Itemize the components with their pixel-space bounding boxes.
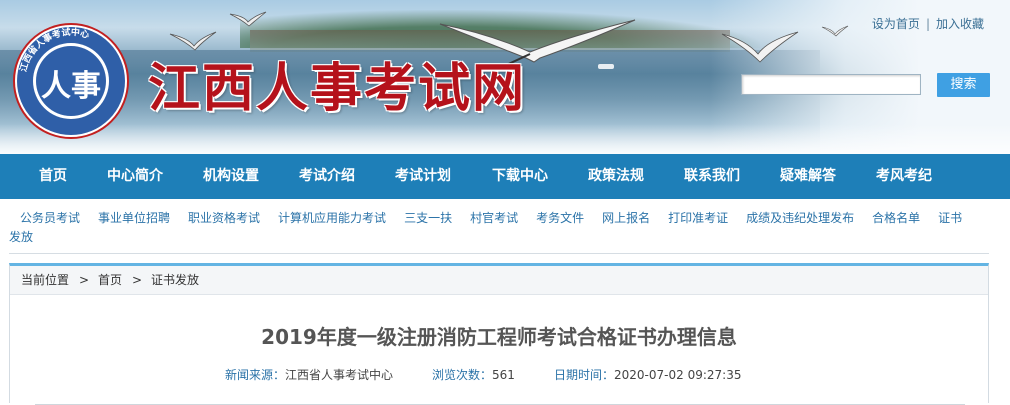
- nav-item-discipline[interactable]: 考风考纪: [876, 154, 932, 199]
- subnav-item-sanzhiyifu[interactable]: 三支一扶: [404, 211, 452, 225]
- subnav-divider: [9, 253, 989, 254]
- breadcrumb-current[interactable]: 证书发放: [151, 266, 199, 294]
- article-source: 新闻来源：江西省人事考试中心: [225, 366, 393, 383]
- subnav-item-online-registration[interactable]: 网上报名: [602, 211, 650, 225]
- nav-item-contact[interactable]: 联系我们: [684, 154, 740, 199]
- breadcrumb: 当前位置 > 首页 > 证书发放: [10, 266, 988, 295]
- views-label: 浏览次数：: [432, 368, 493, 382]
- main-nav: 首页 中心简介 机构设置 考试介绍 考试计划 下载中心 政策法规 联系我们 疑难…: [0, 154, 1010, 199]
- breadcrumb-label: 当前位置: [21, 273, 70, 287]
- sub-nav: 公务员考试 事业单位招聘 职业资格考试 计算机应用能力考试 三支一扶 村官考试 考务文件 网上…: [0, 199, 1010, 249]
- subnav-item-scores[interactable]: 成绩及违纪处理发布: [746, 211, 854, 225]
- top-links-separator: |: [925, 17, 930, 31]
- subnav-item-public-institution[interactable]: 事业单位招聘: [98, 211, 170, 225]
- views-value: 561: [492, 368, 515, 382]
- breadcrumb-separator: >: [132, 273, 143, 287]
- subnav-item-exam-docs[interactable]: 考务文件: [536, 211, 584, 225]
- subnav-item-village-official[interactable]: 村官考试: [470, 211, 518, 225]
- nav-item-downloads[interactable]: 下载中心: [492, 154, 548, 199]
- subnav-item-qualification[interactable]: 职业资格考试: [188, 211, 260, 225]
- top-links: 设为首页 | 加入收藏: [872, 15, 984, 32]
- subnav-item-qualified-list[interactable]: 合格名单: [872, 211, 920, 225]
- breadcrumb-separator: >: [79, 273, 90, 287]
- nav-item-policies[interactable]: 政策法规: [588, 154, 644, 199]
- breadcrumb-home[interactable]: 首页: [98, 266, 122, 294]
- subnav-item-computer-skills[interactable]: 计算机应用能力考试: [278, 211, 386, 225]
- search-input[interactable]: [741, 74, 921, 95]
- subnav-item-certificate-wrap[interactable]: 发放: [9, 228, 33, 245]
- nav-item-organization[interactable]: 机构设置: [203, 154, 259, 199]
- source-value: 江西省人事考试中心: [285, 368, 394, 382]
- subnav-item-certificate[interactable]: 证书: [938, 211, 962, 225]
- article-views: 浏览次数：561: [432, 366, 515, 383]
- logo-center-text: 人事: [41, 69, 101, 104]
- nav-item-exam-intro[interactable]: 考试介绍: [299, 154, 355, 199]
- content-panel: 当前位置 > 首页 > 证书发放 2019年度一级注册消防工程师考试合格证书办理…: [9, 263, 989, 405]
- article-title: 2019年度一级注册消防工程师考试合格证书办理信息: [261, 325, 737, 349]
- nav-item-home[interactable]: 首页: [39, 154, 67, 199]
- date-label: 日期时间：: [554, 368, 615, 382]
- nav-item-about[interactable]: 中心简介: [107, 154, 163, 199]
- nav-item-faq[interactable]: 疑难解答: [780, 154, 836, 199]
- source-label: 新闻来源：: [225, 368, 286, 382]
- bird-icon: [229, 11, 267, 27]
- add-favorite-link[interactable]: 加入收藏: [936, 17, 984, 31]
- set-homepage-link[interactable]: 设为首页: [872, 17, 920, 31]
- nav-item-exam-plan[interactable]: 考试计划: [395, 154, 451, 199]
- bird-icon: [721, 31, 799, 63]
- site-title: 江西人事考试网: [148, 58, 527, 119]
- subnav-item-civil-service[interactable]: 公务员考试: [20, 211, 80, 225]
- subnav-item-print-admission[interactable]: 打印准考证: [668, 211, 728, 225]
- article-date: 日期时间：2020-07-02 09:27:35: [554, 366, 741, 383]
- date-value: 2020-07-02 09:27:35: [614, 368, 742, 382]
- banner-boat: [598, 64, 614, 69]
- search-button[interactable]: 搜索: [937, 73, 990, 97]
- bird-icon: [821, 25, 849, 37]
- jiangxi-personnel-testing-logo-icon: 江西省人事考试中心 人事: [13, 23, 129, 139]
- banner-bottom-fade: [0, 124, 1010, 154]
